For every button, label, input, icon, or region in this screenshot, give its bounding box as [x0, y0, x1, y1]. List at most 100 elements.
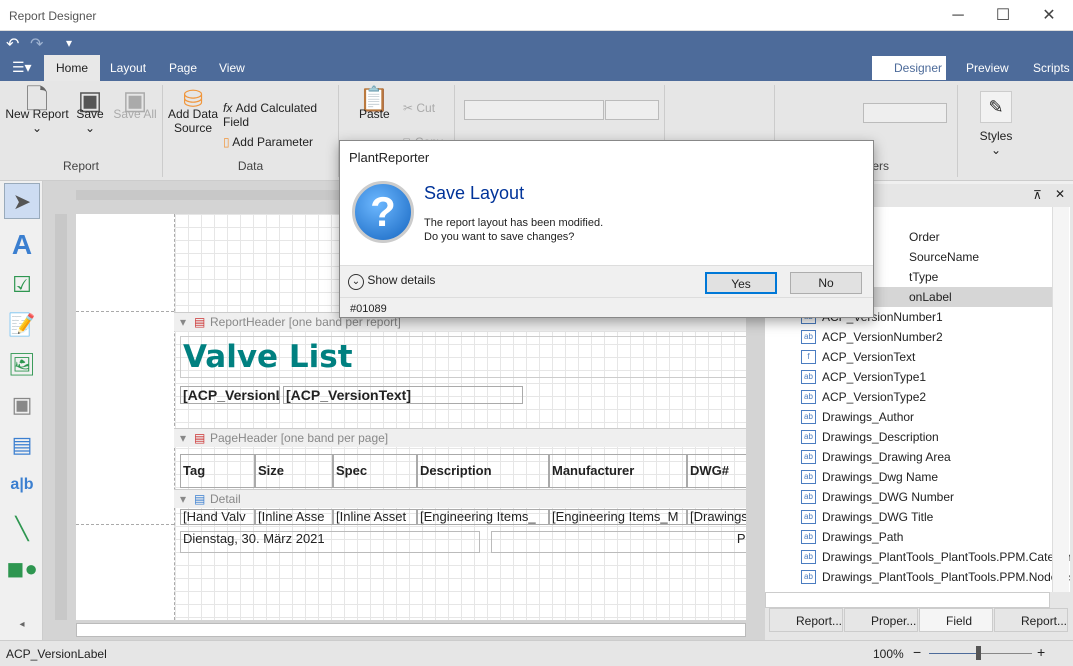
- preview-view-button[interactable]: Preview: [946, 56, 1013, 80]
- designer-view-button[interactable]: Designer: [872, 56, 947, 80]
- border-width-dropdown[interactable]: [863, 103, 947, 123]
- report-title[interactable]: Valve List: [180, 336, 746, 378]
- line-tool[interactable]: ╲: [4, 511, 40, 547]
- column-header[interactable]: Description: [417, 454, 549, 488]
- table-tool[interactable]: ▤: [4, 427, 40, 463]
- scripts-view-button[interactable]: Scripts: [1013, 56, 1073, 80]
- detail-field[interactable]: [Engineering Items_: [417, 509, 549, 525]
- collapse-icon[interactable]: ▾: [180, 429, 186, 448]
- version-label-field[interactable]: [ACP_VersionL: [180, 386, 280, 404]
- version-text-field[interactable]: [ACP_VersionText]: [283, 386, 523, 404]
- collapse-icon[interactable]: ▾: [180, 490, 186, 509]
- band-icon: ▤: [194, 431, 206, 445]
- pin-icon[interactable]: ⊼: [1033, 188, 1042, 202]
- redo-icon[interactable]: ↷: [30, 34, 43, 54]
- character-comb-tool[interactable]: a|b: [4, 467, 40, 503]
- preview-label: Preview: [966, 61, 1009, 75]
- customize-quick-access[interactable]: ▾: [66, 36, 72, 50]
- save-all-button[interactable]: ▣ Save All: [112, 87, 158, 121]
- checkbox-tool[interactable]: ☑: [4, 267, 40, 303]
- detail-band[interactable]: ▾ ▤ Detail: [174, 489, 746, 508]
- detail-field[interactable]: [Inline Asset: [333, 509, 417, 525]
- detail-field[interactable]: [Engineering Items_M: [549, 509, 687, 525]
- field-list-item[interactable]: ab ACP_VersionType1: [801, 367, 1051, 387]
- show-details-toggle[interactable]: ⌄ Show details: [348, 273, 435, 290]
- styles-button[interactable]: ✎ Styles ⌄: [965, 91, 1027, 157]
- add-parameter-button[interactable]: ▯ Add Parameter: [223, 135, 313, 149]
- zoom-slider-thumb[interactable]: [976, 646, 981, 660]
- new-report-label: New Report: [5, 107, 69, 121]
- field-list-item[interactable]: ab Drawings_Drawing Area: [801, 447, 1051, 467]
- collapse-icon[interactable]: ▾: [180, 313, 186, 332]
- field-list-item[interactable]: ab Drawings_Dwg Name: [801, 467, 1051, 487]
- minimize-button[interactable]: ─: [935, 0, 981, 31]
- field-list-item[interactable]: ab Drawings_PlantTools_PlantTools.PPM.Nod…: [801, 567, 1070, 587]
- zoom-in-button[interactable]: +: [1037, 644, 1045, 660]
- close-panel-icon[interactable]: ✕: [1055, 187, 1065, 201]
- tab-page[interactable]: Page: [157, 55, 209, 81]
- field-list-item[interactable]: ab ACP_VersionNumber2: [801, 327, 1051, 347]
- field-list-item[interactable]: ab Drawings_DWG Number: [801, 487, 1051, 507]
- page-header-band[interactable]: ▾ ▤ PageHeader [one band per page]: [174, 428, 746, 447]
- no-button[interactable]: No: [790, 272, 862, 294]
- pointer-tool[interactable]: ➤: [4, 183, 40, 219]
- zoom-out-button[interactable]: −: [913, 644, 921, 660]
- horizontal-scrollbar[interactable]: [76, 623, 746, 637]
- tab-report-explorer[interactable]: Report...: [769, 608, 843, 632]
- column-header[interactable]: Tag: [180, 454, 255, 488]
- data-group: ⛁ Add Data Source fx Add Calculated Field…: [163, 85, 339, 177]
- save-all-label: Save All: [113, 107, 157, 121]
- close-button[interactable]: ✕: [1026, 0, 1072, 31]
- save-button[interactable]: ▣ Save ⌄: [72, 87, 108, 135]
- column-header[interactable]: Manufacturer: [549, 454, 687, 488]
- styles-label: Styles: [979, 129, 1013, 143]
- detail-field[interactable]: [Inline Asse: [255, 509, 333, 525]
- designer-label: Designer: [894, 61, 943, 75]
- yes-button[interactable]: Yes: [705, 272, 777, 294]
- tab-home[interactable]: Home: [44, 55, 101, 81]
- zoom-percentage: 100%: [873, 647, 904, 661]
- field-list-item[interactable]: f ACP_VersionText: [801, 347, 1051, 367]
- tab-field-list[interactable]: Field List: [919, 608, 993, 652]
- column-header[interactable]: Spec: [333, 454, 417, 488]
- field-list-hscrollbar[interactable]: [765, 592, 1050, 608]
- field-list-item[interactable]: ab Drawings_Path: [801, 527, 1051, 547]
- panel-tool[interactable]: ▣: [4, 387, 40, 423]
- picture-tool[interactable]: 🖼: [4, 347, 40, 383]
- tab-view[interactable]: View: [207, 55, 257, 81]
- undo-icon[interactable]: ↶: [6, 34, 19, 54]
- date-field[interactable]: Dienstag, 30. März 2021: [180, 531, 480, 553]
- field-list-item[interactable]: ab Drawings_Description: [801, 427, 1051, 447]
- paste-button[interactable]: 📋 Paste: [359, 88, 390, 122]
- page-number-field[interactable]: Pag: [491, 531, 746, 553]
- field-name: Drawings_DWG Title: [822, 510, 934, 524]
- field-list-item[interactable]: ab Drawings_PlantTools_PlantTools.PPM.Cat…: [801, 547, 1070, 567]
- tab-report-gallery[interactable]: Report...: [994, 608, 1068, 632]
- column-header[interactable]: DWG#: [687, 454, 746, 488]
- report-group: 🗋 New Report ⌄ ▣ Save ⌄ ▣ Save All Report: [0, 85, 163, 177]
- tab-layout[interactable]: Layout: [98, 55, 158, 81]
- add-data-source-button[interactable]: ⛁ Add Data Source: [167, 88, 219, 136]
- detail-field[interactable]: [Drawings: [687, 509, 746, 525]
- detail-field[interactable]: [Hand Valv: [180, 509, 255, 525]
- field-list-item[interactable]: ab Drawings_DWG Title: [801, 507, 1051, 527]
- ribbon-header: ↶ ↷ ▾ ☰▾ Home Layout Page View Designer …: [0, 31, 1073, 81]
- richtext-tool[interactable]: 📝: [4, 307, 40, 343]
- file-menu-icon[interactable]: ☰▾: [12, 59, 32, 76]
- font-size-dropdown[interactable]: [605, 100, 659, 120]
- maximize-button[interactable]: ☐: [980, 0, 1026, 31]
- dialog-message-line2: Do you want to save changes?: [424, 231, 575, 243]
- cut-button[interactable]: ✂ Cut: [403, 101, 435, 115]
- new-report-button[interactable]: 🗋 New Report ⌄: [4, 86, 70, 136]
- column-header[interactable]: Size: [255, 454, 333, 488]
- field-list-item[interactable]: ab ACP_VersionType2: [801, 387, 1051, 407]
- toolbox-scroll-icon[interactable]: ◂: [4, 607, 40, 643]
- tab-properties[interactable]: Proper...: [844, 608, 918, 632]
- field-list-item[interactable]: ab Drawings_Author: [801, 407, 1051, 427]
- add-calculated-field-button[interactable]: fx Add Calculated Field: [223, 101, 338, 129]
- shape-tool[interactable]: ◼●: [4, 551, 40, 587]
- field-name: Drawings_Dwg Name: [822, 470, 939, 484]
- vertical-scrollbar[interactable]: [1052, 207, 1069, 592]
- label-tool[interactable]: A: [4, 227, 40, 263]
- font-name-dropdown[interactable]: [464, 100, 604, 120]
